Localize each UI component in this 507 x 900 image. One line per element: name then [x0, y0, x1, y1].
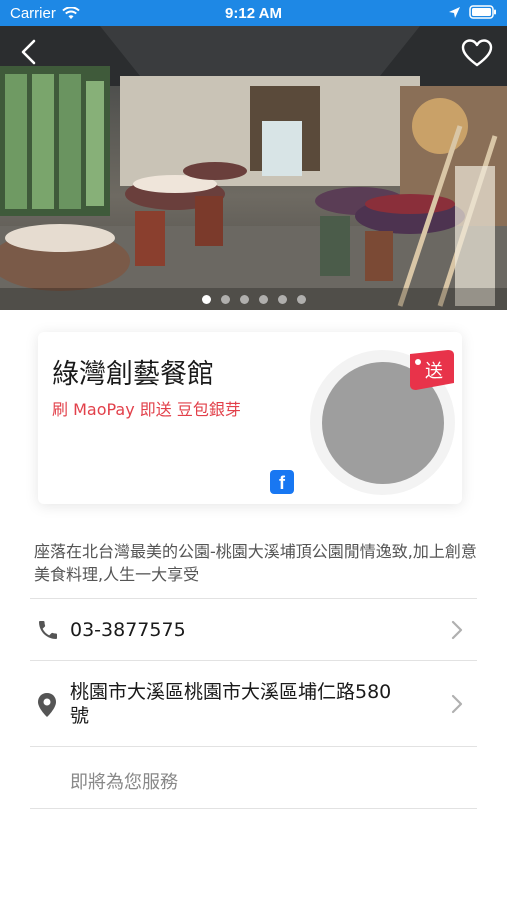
- address-row[interactable]: 桃園市大溪區桃園市大溪區埔仁路580號: [30, 662, 477, 746]
- carousel-dot[interactable]: [277, 294, 287, 304]
- divider: [30, 660, 477, 661]
- phone-number: 03-3877575: [70, 619, 186, 641]
- heart-icon[interactable]: [461, 38, 493, 68]
- badge-text: 送: [425, 361, 443, 382]
- restaurant-card: 綠灣創藝餐館 刷 MaoPay 即送 豆包銀芽 f 送: [38, 332, 462, 504]
- divider: [30, 808, 477, 809]
- restaurant-description: 座落在北台灣最美的公園-桃園大溪埔頂公園閒情逸致,加上創意美食料理,人生一大享受: [34, 542, 477, 584]
- service-status: 即將為您服務: [70, 772, 178, 793]
- carousel-dot[interactable]: [220, 294, 230, 304]
- location-pin-icon: [38, 693, 56, 717]
- location-arrow-icon: [449, 6, 460, 18]
- battery-icon: [469, 5, 496, 19]
- hero-photo[interactable]: [0, 26, 507, 310]
- send-badge: 送: [410, 350, 454, 390]
- carousel-indicator: [0, 288, 507, 310]
- chevron-right-icon: [451, 620, 463, 640]
- facebook-icon[interactable]: f: [270, 470, 294, 494]
- status-right: [448, 5, 497, 19]
- restaurant-name: 綠灣創藝餐館: [52, 359, 214, 390]
- promo-text: 刷 MaoPay 即送 豆包銀芽: [52, 400, 241, 419]
- phone-row[interactable]: 03-3877575: [30, 600, 477, 660]
- divider: [30, 598, 477, 599]
- carousel-dot[interactable]: [239, 294, 249, 304]
- carousel-dot[interactable]: [201, 294, 211, 304]
- address-text: 桃園市大溪區桃園市大溪區埔仁路580號: [70, 681, 392, 727]
- status-bar: Carrier 9:12 AM: [0, 0, 507, 26]
- restaurant-photo: [0, 26, 507, 310]
- chevron-right-icon: [451, 694, 463, 714]
- phone-icon: [39, 621, 57, 639]
- carousel-dot[interactable]: [258, 294, 268, 304]
- status-time: 9:12 AM: [225, 5, 282, 22]
- carousel-dot[interactable]: [296, 294, 306, 304]
- divider: [30, 746, 477, 747]
- back-icon[interactable]: [14, 36, 46, 68]
